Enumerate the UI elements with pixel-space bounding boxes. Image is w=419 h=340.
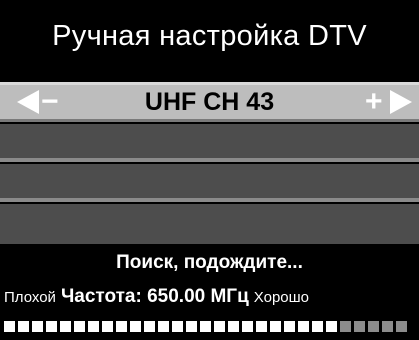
channel-increase[interactable]: + [365, 85, 383, 119]
signal-segment-filled [4, 321, 15, 332]
frequency-line: Плохой Частота: 650.00 МГц Хорошо [4, 286, 309, 308]
signal-segment-filled [214, 321, 225, 332]
search-status: Поиск, подождите... [116, 252, 303, 273]
signal-segment-empty [396, 321, 407, 332]
signal-segment-filled [144, 321, 155, 332]
frequency-readout: Частота: 650.00 МГц [60, 286, 249, 307]
signal-segment-filled [102, 321, 113, 332]
signal-segment-empty [368, 321, 379, 332]
signal-segment-filled [242, 321, 253, 332]
signal-segment-filled [200, 321, 211, 332]
empty-row-2 [0, 164, 419, 202]
signal-segment-filled [326, 321, 337, 332]
signal-segment-filled [60, 321, 71, 332]
empty-row-3 [0, 204, 419, 244]
signal-segment-filled [270, 321, 281, 332]
signal-segment-filled [18, 321, 29, 332]
signal-segment-empty [354, 321, 365, 332]
signal-poor-label: Плохой [4, 289, 56, 306]
signal-segment-filled [172, 321, 183, 332]
signal-strength-meter [4, 321, 407, 332]
signal-segment-empty [382, 321, 393, 332]
empty-row-1 [0, 124, 419, 162]
menu-title: Ручная настройка DTV [52, 20, 367, 52]
signal-segment-filled [46, 321, 57, 332]
signal-segment-filled [284, 321, 295, 332]
signal-segment-filled [256, 321, 267, 332]
signal-segment-filled [186, 321, 197, 332]
signal-segment-filled [312, 321, 323, 332]
signal-segment-empty [340, 321, 351, 332]
arrow-right-icon[interactable] [390, 90, 412, 114]
signal-segment-filled [32, 321, 43, 332]
channel-selector[interactable]: − UHF CH 43 + [0, 82, 419, 122]
signal-segment-filled [74, 321, 85, 332]
signal-segment-filled [88, 321, 99, 332]
signal-segment-filled [228, 321, 239, 332]
signal-segment-filled [130, 321, 141, 332]
signal-segment-filled [116, 321, 127, 332]
signal-segment-filled [158, 321, 169, 332]
signal-segment-filled [298, 321, 309, 332]
channel-value: UHF CH 43 [144, 88, 275, 116]
signal-good-label: Хорошо [253, 289, 310, 306]
dtv-manual-tuning-screen: Ручная настройка DTV − UHF CH 43 + Поиск… [0, 0, 419, 340]
